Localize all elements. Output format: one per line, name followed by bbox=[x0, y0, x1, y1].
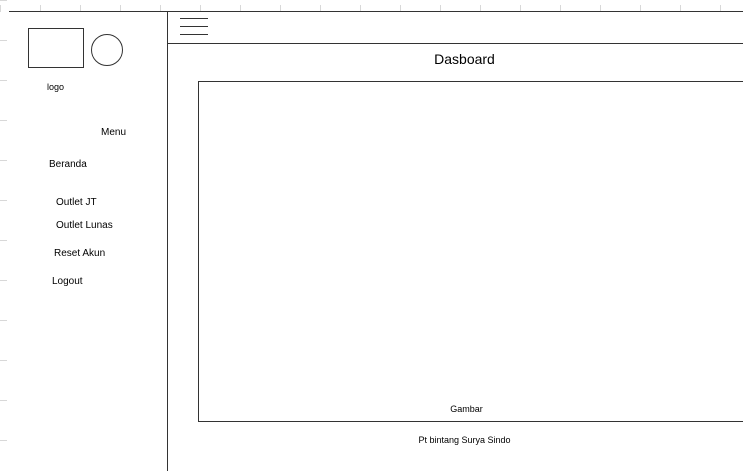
sidebar-item-logout[interactable]: Logout bbox=[52, 276, 83, 287]
sidebar: logo Menu Beranda Outlet JT Outlet Lunas… bbox=[9, 11, 168, 471]
sidebar-item-outlet-jt[interactable]: Outlet JT bbox=[56, 197, 97, 208]
image-label: Gambar bbox=[450, 404, 483, 414]
logo-label: logo bbox=[47, 82, 65, 92]
avatar bbox=[91, 34, 123, 66]
page-title: Dasboard bbox=[434, 51, 495, 67]
sidebar-item-beranda[interactable]: Beranda bbox=[49, 159, 87, 170]
sidebar-item-outlet-lunas[interactable]: Outlet Lunas bbox=[56, 220, 113, 231]
menu-title: Menu bbox=[101, 127, 127, 138]
footer-company-name: Pt bintang Surya Sindo bbox=[418, 435, 511, 445]
logo-placeholder bbox=[28, 28, 84, 68]
sidebar-item-reset-akun[interactable]: Reset Akun bbox=[54, 248, 105, 259]
top-bar bbox=[168, 11, 743, 44]
hamburger-menu-icon[interactable] bbox=[180, 17, 208, 37]
image-placeholder bbox=[198, 81, 743, 422]
